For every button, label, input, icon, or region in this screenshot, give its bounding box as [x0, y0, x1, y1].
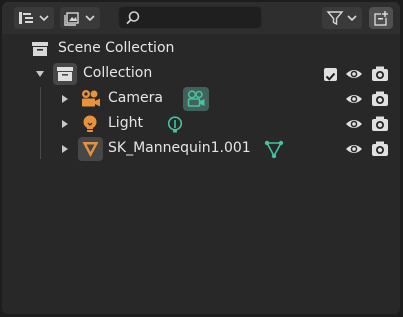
camera-data-icon [187, 90, 205, 107]
light-data-icon[interactable] [167, 116, 183, 134]
object-row-mesh[interactable]: SK_Mannequin1.001 [2, 137, 400, 162]
scene-collection-row[interactable]: Scene Collection [2, 37, 400, 62]
collection-icon [57, 67, 73, 81]
object-row-light[interactable]: Light [2, 112, 400, 137]
object-row-camera[interactable]: Camera [2, 87, 400, 112]
collection-expand-toggle[interactable] [36, 71, 44, 77]
filter-dropdown[interactable] [322, 7, 362, 29]
visibility-eye-icon[interactable] [345, 67, 363, 81]
outliner-panel: Scene Collection Collection Camera Light… [2, 2, 400, 314]
search-input[interactable] [145, 9, 259, 28]
render-camera-icon[interactable] [371, 140, 389, 157]
mesh-object-icon [82, 142, 99, 157]
visibility-eye-icon[interactable] [345, 142, 363, 156]
outliner-header [2, 2, 400, 34]
light-expand-toggle[interactable] [62, 120, 68, 128]
render-camera-icon[interactable] [371, 65, 389, 82]
mesh-data-icon[interactable] [264, 140, 284, 159]
mesh-expand-toggle[interactable] [62, 145, 68, 153]
search-icon [126, 11, 140, 25]
camera-label: Camera [108, 90, 163, 106]
new-collection-icon [374, 10, 389, 26]
render-camera-icon[interactable] [371, 115, 389, 132]
camera-object-icon [82, 90, 100, 107]
exclude-checkbox[interactable] [324, 68, 337, 81]
scene-collection-label: Scene Collection [58, 40, 175, 56]
visibility-eye-icon[interactable] [345, 117, 363, 131]
visibility-eye-icon[interactable] [345, 92, 363, 106]
render-camera-icon[interactable] [371, 90, 389, 107]
new-collection-button[interactable] [369, 7, 393, 29]
camera-data-icon-box[interactable] [183, 87, 209, 111]
light-label: Light [108, 115, 143, 131]
collection-icon-box [53, 63, 77, 85]
view-layer-dropdown[interactable] [60, 7, 100, 29]
filter-icon [326, 11, 357, 26]
outliner-display-mode-icon [19, 12, 49, 24]
mesh-object-icon-box [78, 137, 103, 161]
display-mode-dropdown[interactable] [14, 7, 54, 29]
checkmark-icon [325, 72, 336, 81]
view-layer-icon [64, 12, 95, 26]
collection-row[interactable]: Collection [2, 62, 400, 87]
mesh-label: SK_Mannequin1.001 [108, 140, 251, 156]
scene-collection-icon [32, 42, 48, 56]
collection-label: Collection [83, 65, 153, 81]
camera-expand-toggle[interactable] [62, 95, 68, 103]
light-object-icon [83, 115, 97, 132]
search-field[interactable] [118, 6, 262, 29]
